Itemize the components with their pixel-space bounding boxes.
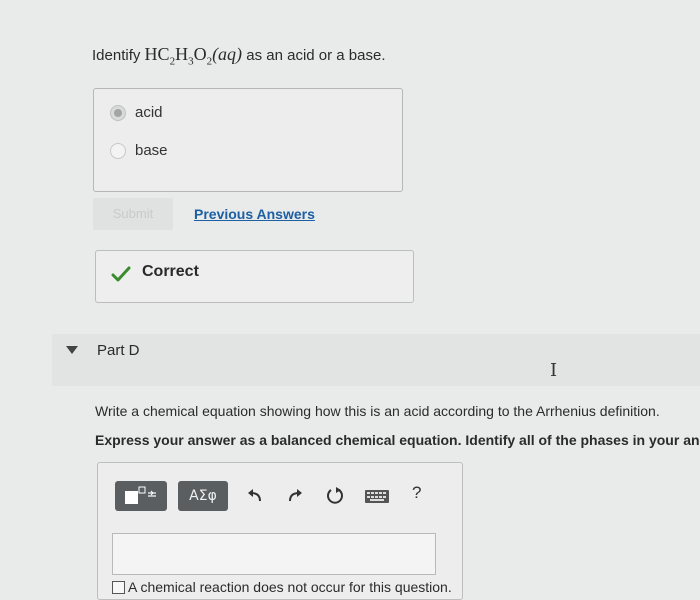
formula: HC2H3O2(aq) (144, 44, 243, 68)
template-icon (125, 486, 156, 504)
reset-icon[interactable] (324, 485, 346, 507)
keyboard-icon[interactable] (364, 485, 390, 507)
answer-editor: ΑΣφ ? A chemical reaction does not occur… (97, 462, 463, 600)
checkmark-icon (111, 266, 131, 282)
no-reaction-label: A chemical reaction does not occur for t… (128, 579, 452, 595)
feedback-label: Correct (142, 263, 199, 280)
no-reaction-option[interactable]: A chemical reaction does not occur for t… (112, 579, 452, 595)
part-d-header[interactable] (52, 334, 700, 386)
undo-icon[interactable] (244, 485, 266, 507)
instructions-text: Write a chemical equation showing how th… (95, 403, 660, 419)
greek-symbols-button[interactable]: ΑΣφ (178, 481, 228, 511)
choice-acid[interactable]: acid (110, 104, 163, 121)
question-text: Identify HC2H3O2(aq) as an acid or a bas… (92, 44, 386, 68)
submit-button[interactable]: Submit (93, 198, 173, 230)
express-instructions: Express your answer as a balanced chemic… (95, 432, 700, 448)
answer-choices: acid base (93, 88, 403, 192)
feedback-box: Correct (95, 250, 414, 303)
text-cursor-icon: I (550, 360, 558, 381)
part-title: Part D (97, 342, 140, 359)
radio-acid[interactable] (110, 104, 126, 121)
previous-answers-link[interactable]: Previous Answers (194, 206, 315, 222)
help-button[interactable]: ? (412, 483, 421, 505)
choice-base[interactable]: base (110, 142, 168, 159)
choice-acid-label: acid (135, 104, 163, 121)
answer-input[interactable] (112, 533, 436, 575)
no-reaction-checkbox[interactable] (112, 580, 125, 594)
collapse-triangle-icon[interactable] (66, 346, 78, 354)
radio-base[interactable] (110, 142, 126, 159)
redo-icon[interactable] (284, 485, 306, 507)
choice-base-label: base (135, 142, 168, 159)
templates-button[interactable] (115, 481, 167, 511)
